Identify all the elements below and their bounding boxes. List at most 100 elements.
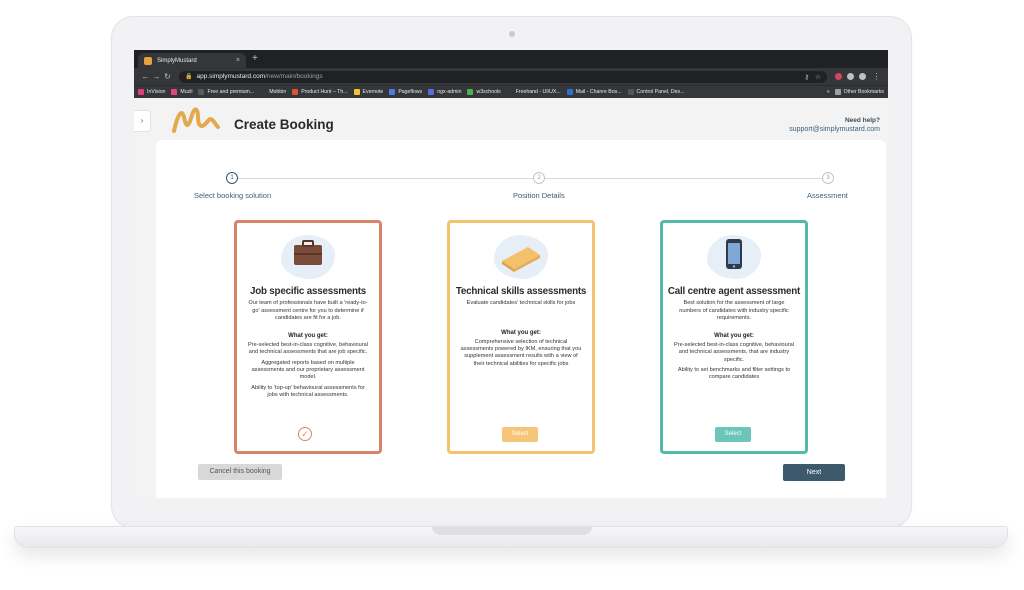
bookmark-label: Pageflows (398, 89, 423, 95)
card-title: Technical skills assessments (455, 286, 587, 297)
bookmark-item[interactable]: Freehand - UI/UX... (506, 89, 561, 95)
bookmark-item[interactable]: ngx-admin (428, 89, 461, 95)
screen: SimplyMustard × + ← → ↻ 🔒 app.simplymust… (134, 50, 888, 500)
bookmark-label: Control Panel, Des... (636, 89, 685, 95)
bookmark-icon (389, 89, 396, 95)
bookmark-label: Muzli (180, 89, 193, 95)
benefit-item: Pre-selected best-in-class cognitive, be… (247, 341, 368, 356)
what-you-get-heading: What you get: (288, 332, 328, 339)
bookmark-item[interactable]: w3schools (467, 89, 501, 95)
star-icon[interactable]: ☆ (815, 73, 821, 81)
bookmark-icon (138, 89, 144, 95)
app-content: › Create Booking Need help? support@simp… (134, 98, 888, 500)
bookmark-label: w3schools (476, 89, 501, 95)
bookmark-label: Freehand - UI/UX... (515, 89, 561, 95)
bookmark-label: Free and premium... (207, 89, 255, 95)
bookmark-icon (292, 89, 299, 95)
url-host: app.simplymustard.com (196, 73, 266, 80)
bookmark-icon (171, 89, 178, 95)
bookmark-label: Mail - Chanre Bos... (575, 89, 622, 95)
url-path: /new/main/bookings (265, 73, 323, 80)
tab-title: SimplyMustard (157, 57, 197, 64)
bookmark-item[interactable]: Control Panel, Des... (627, 89, 685, 95)
bookmark-item[interactable]: Muzli (171, 89, 192, 95)
step-1-indicator[interactable]: 1 (226, 172, 238, 184)
reload-icon[interactable]: ↻ (162, 72, 173, 81)
job-specific-assessment-card[interactable]: Job specific assessments Our team of pro… (234, 220, 382, 454)
card-description: Our team of professionals have built a '… (248, 300, 368, 322)
smartphone-icon (726, 239, 742, 269)
lock-icon: 🔒 (185, 74, 193, 80)
step-2-indicator[interactable]: 2 (533, 172, 545, 184)
bookmark-label: ngx-admin (437, 89, 462, 95)
laptop-notch (432, 527, 592, 535)
bookmark-icon (428, 89, 435, 95)
benefit-list: Pre-selected best-in-class cognitive, be… (237, 342, 379, 400)
support-email-link[interactable]: support@simplymustard.com (789, 125, 880, 134)
forward-arrow-icon[interactable]: → (151, 72, 162, 81)
close-icon[interactable]: × (236, 57, 240, 64)
benefit-list: Pre-selected best-in-class cognitive, be… (663, 342, 805, 382)
bookmark-label: Product Hunt – Th... (301, 89, 348, 95)
briefcase-icon (294, 240, 322, 265)
bookmark-item[interactable]: Free and premium... (198, 89, 254, 95)
other-bookmarks-label: Other Bookmarks (843, 89, 884, 95)
bookmark-item[interactable]: Product Hunt – Th... (292, 89, 348, 95)
bookmark-icon (627, 89, 634, 95)
browser-tab[interactable]: SimplyMustard × (138, 53, 246, 68)
chevron-right-icon[interactable]: » (827, 89, 830, 95)
card-illustration (703, 231, 765, 279)
bookmark-icon (353, 89, 360, 95)
bookmark-item[interactable]: Mobbin (260, 89, 286, 95)
other-bookmarks[interactable]: Other Bookmarks (834, 89, 884, 95)
card-description: Best solution for the assessment of larg… (679, 300, 789, 322)
url-input[interactable]: 🔒 app.simplymustard.com /new/main/bookin… (179, 70, 827, 83)
kebab-menu-icon[interactable]: ⋮ (871, 72, 882, 81)
bookmarks-bar: InVision Muzli Free and premium... Mobbi… (134, 85, 888, 98)
back-arrow-icon[interactable]: ← (140, 72, 151, 81)
benefit-item: Pre-selected best-in-class cognitive, be… (673, 341, 794, 363)
profile-avatar[interactable] (859, 73, 866, 80)
puzzle-icon[interactable] (847, 73, 854, 80)
technical-skills-assessment-card[interactable]: Technical skills assessments Evaluate ca… (447, 220, 595, 454)
step-3-indicator[interactable]: 3 (822, 172, 834, 184)
benefit-list: Comprehensive selection of technical ass… (450, 339, 592, 369)
bookmark-item[interactable]: Mail - Chanre Bos... (566, 89, 622, 95)
help-question: Need help? (844, 117, 880, 124)
simplymustard-favicon-icon (144, 56, 152, 65)
checkmark-icon: ✓ (298, 427, 312, 441)
benefit-item: Ability to set benchmarks and filter set… (677, 367, 791, 381)
select-technical-button[interactable]: Select (502, 427, 538, 442)
what-you-get-heading: What you get: (501, 329, 541, 336)
select-call-centre-button[interactable]: Select (715, 427, 751, 442)
laptop-camera (509, 31, 515, 37)
card-illustration (490, 231, 552, 279)
bookmark-icon (566, 89, 573, 95)
new-tab-button[interactable]: + (252, 53, 258, 65)
sidebar-toggle-button[interactable]: › (134, 110, 151, 132)
keyboard-icon (502, 247, 540, 272)
help-block: Need help? support@simplymustard.com (789, 116, 880, 134)
booking-panel: 1 2 3 Select booking solution Position D… (156, 140, 886, 498)
bookmark-item[interactable]: InVision (138, 89, 165, 95)
bookmark-icon (260, 89, 267, 95)
key-icon[interactable]: ⚷ (804, 73, 809, 81)
card-illustration (277, 231, 339, 279)
cancel-booking-button[interactable]: Cancel this booking (198, 464, 282, 480)
bookmark-item[interactable]: Evernote (353, 89, 383, 95)
card-title: Job specific assessments (249, 286, 367, 297)
benefit-item: Comprehensive selection of technical ass… (460, 338, 582, 367)
bookmark-icon (506, 89, 513, 95)
next-button[interactable]: Next (783, 464, 845, 481)
benefit-item: Ability to 'top-up' behavioural assessme… (251, 384, 365, 399)
step-3-label: Assessment (807, 191, 848, 200)
card-description: Evaluate candidates' technical skills fo… (466, 300, 576, 306)
stepper-line (232, 178, 828, 179)
browser-tab-bar: SimplyMustard × + (134, 50, 888, 68)
step-1-label: Select booking solution (194, 191, 272, 200)
call-centre-assessment-card[interactable]: Call centre agent assessment Best soluti… (660, 220, 808, 454)
simplymustard-logo (172, 107, 220, 133)
bookmark-item[interactable]: Pageflows (389, 89, 422, 95)
extension-icon[interactable] (835, 73, 842, 80)
folder-icon (834, 89, 841, 95)
